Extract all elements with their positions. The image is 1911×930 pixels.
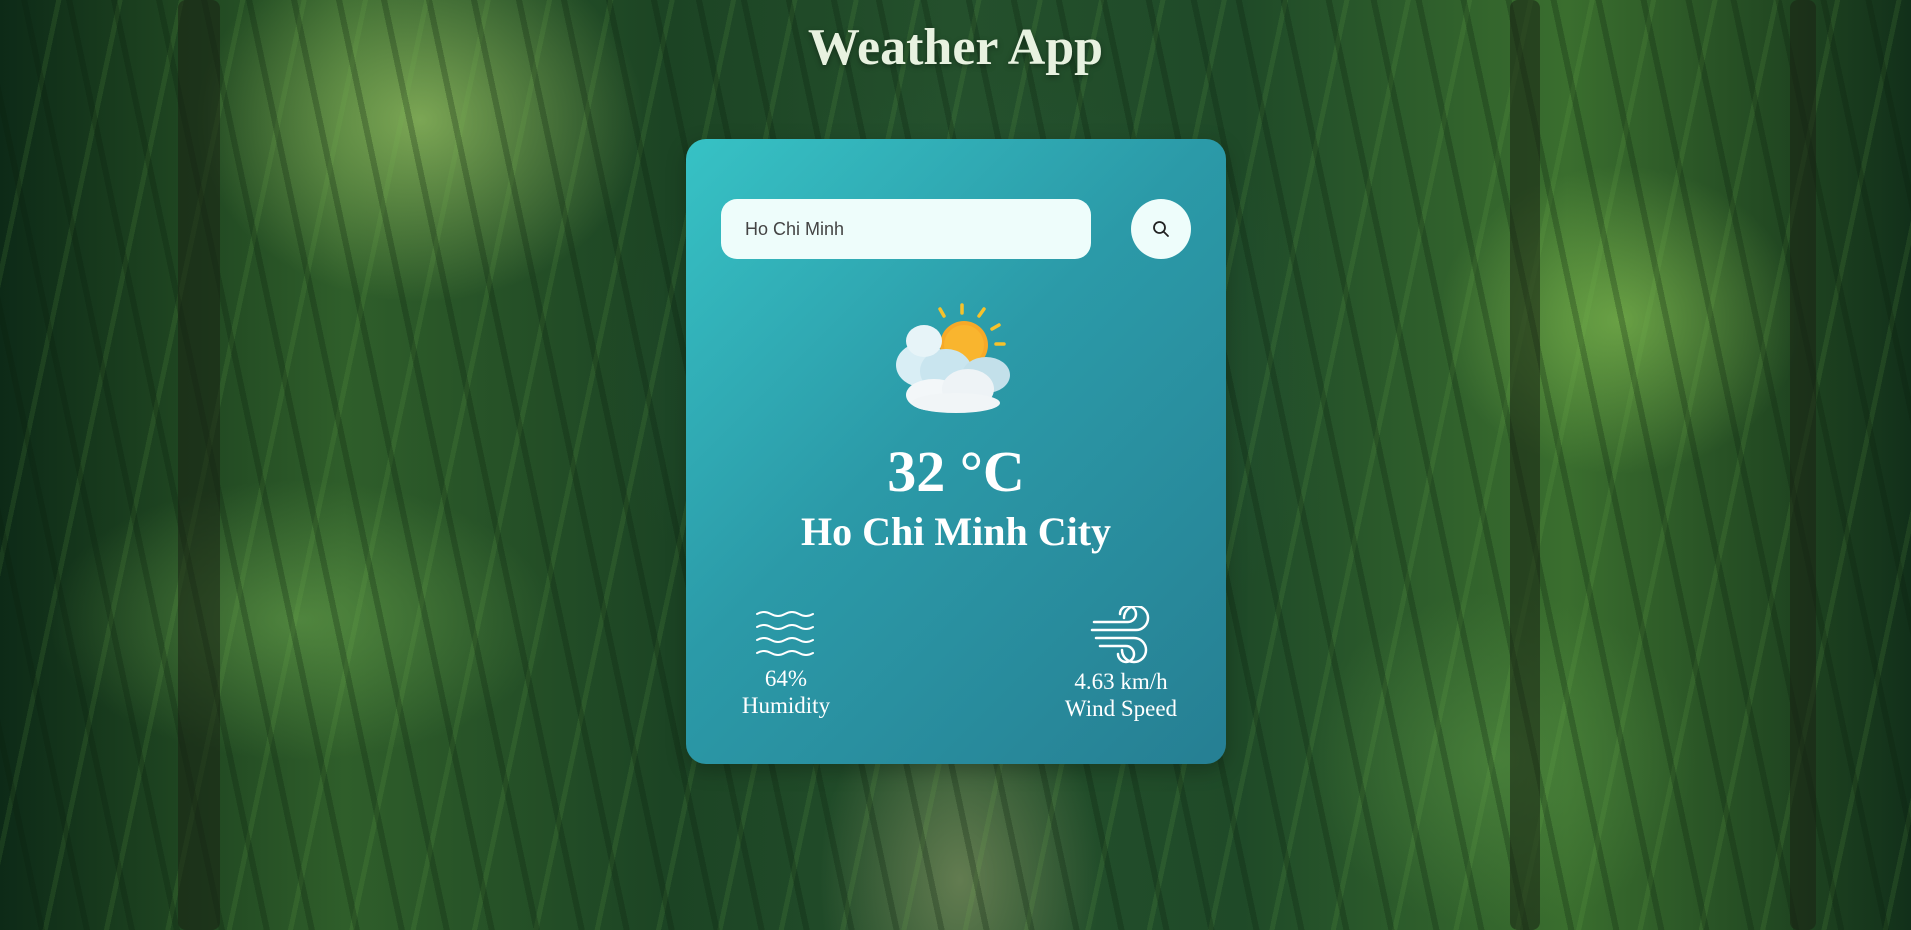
tree-trunk bbox=[1790, 0, 1816, 930]
wind-icon bbox=[1090, 606, 1150, 664]
city-name: Ho Chi Minh City bbox=[800, 509, 1112, 554]
tree-trunk bbox=[178, 0, 220, 930]
wind-label: Wind Speed bbox=[1064, 696, 1178, 721]
weather-card: 32 °C Ho Chi Minh City 64% Humidity 4.63… bbox=[686, 139, 1226, 764]
app-title: Weather App bbox=[807, 19, 1104, 76]
humidity-stat: 64% Humidity bbox=[726, 609, 846, 719]
humidity-waves-icon bbox=[756, 611, 814, 656]
humidity-label: Humidity bbox=[741, 693, 831, 718]
search-button[interactable] bbox=[1131, 199, 1191, 259]
wind-value: 4.63 km/h bbox=[1074, 669, 1168, 694]
wind-stat: 4.63 km/h Wind Speed bbox=[1036, 606, 1206, 722]
partly-cloudy-icon bbox=[896, 303, 1010, 413]
city-search-input[interactable] bbox=[721, 199, 1091, 259]
humidity-value: 64% bbox=[764, 666, 808, 691]
temperature: 32 °C bbox=[887, 439, 1025, 504]
tree-trunk bbox=[1510, 0, 1540, 930]
search-icon bbox=[1153, 221, 1169, 237]
